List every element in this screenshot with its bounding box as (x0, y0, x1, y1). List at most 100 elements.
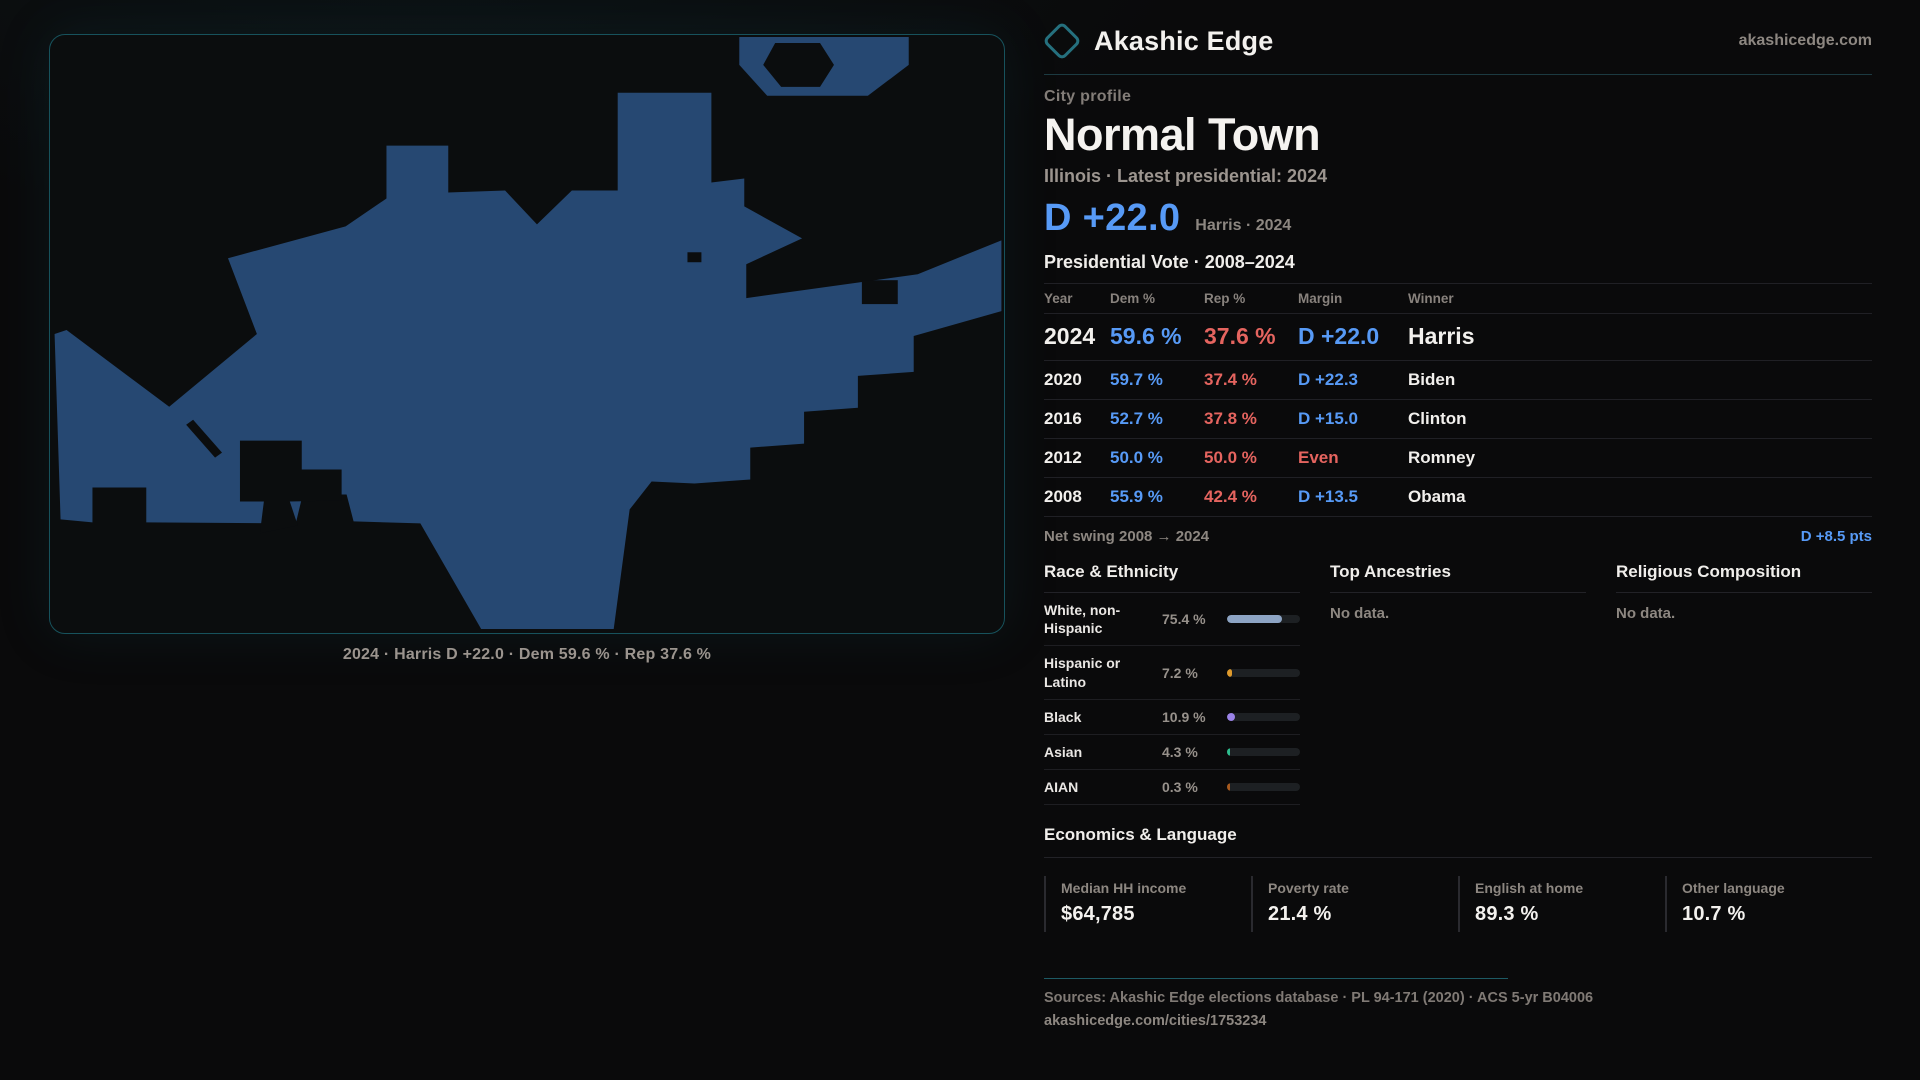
stat-label: Other language (1682, 880, 1872, 896)
list-item: AIAN 0.3 % (1044, 770, 1300, 805)
race-bar (1227, 783, 1300, 791)
stat-median-income: Median HH income $64,785 (1044, 876, 1251, 932)
race-value: 0.3 % (1162, 779, 1227, 795)
demographics-columns: Race & Ethnicity White, non-Hispanic 75.… (1044, 562, 1872, 805)
ancestries-section-title: Top Ancestries (1330, 562, 1586, 593)
ancestries-empty-state: No data. (1330, 593, 1586, 622)
col-rep: Rep % (1204, 291, 1298, 306)
vote-rep-pct: 50.0 % (1204, 448, 1298, 468)
vote-winner: Clinton (1408, 409, 1872, 429)
vote-table-title: Presidential Vote · 2008–2024 (1044, 252, 1872, 273)
race-label: AIAN (1044, 778, 1162, 796)
col-margin: Margin (1298, 291, 1408, 306)
headline-margin: D +22.0 (1044, 197, 1180, 240)
race-label: Black (1044, 708, 1162, 726)
economics-section-title: Economics & Language (1044, 825, 1872, 858)
vote-year: 2020 (1044, 370, 1110, 390)
header: Akashic Edge akashicedge.com (1044, 24, 1872, 75)
net-swing-label: Net swing 2008 → 2024 (1044, 528, 1209, 545)
race-bar (1227, 713, 1300, 721)
religion-empty-state: No data. (1616, 593, 1872, 622)
stat-english-at-home: English at home 89.3 % (1458, 876, 1665, 932)
table-row: 2016 52.7 % 37.8 % D +15.0 Clinton (1044, 399, 1872, 438)
subtitle: Illinois · Latest presidential: 2024 (1044, 166, 1872, 187)
vote-table-header: Year Dem % Rep % Margin Winner (1044, 283, 1872, 313)
race-value: 4.3 % (1162, 744, 1227, 760)
net-swing-row: Net swing 2008 → 2024 D +8.5 pts (1044, 516, 1872, 558)
sources-text: Sources: Akashic Edge elections database… (1044, 990, 1872, 1006)
religion-section-title: Religious Composition (1616, 562, 1872, 593)
race-section-title: Race & Ethnicity (1044, 562, 1300, 593)
vote-dem-pct: 55.9 % (1110, 487, 1204, 507)
footer-divider (1044, 978, 1508, 979)
list-item: Asian 4.3 % (1044, 735, 1300, 770)
table-row: 2012 50.0 % 50.0 % Even Romney (1044, 438, 1872, 477)
city-profile-panel: Akashic Edge akashicedge.com City profil… (1044, 24, 1872, 1030)
race-value: 75.4 % (1162, 611, 1227, 627)
table-row: 2024 59.6 % 37.6 % D +22.0 Harris (1044, 313, 1872, 360)
vote-table: Year Dem % Rep % Margin Winner 2024 59.6… (1044, 283, 1872, 516)
stat-value: 21.4 % (1268, 903, 1458, 926)
list-item: Black 10.9 % (1044, 700, 1300, 735)
vote-dem-pct: 52.7 % (1110, 409, 1204, 429)
net-swing-value: D +8.5 pts (1801, 528, 1872, 545)
vote-margin: D +22.0 (1298, 323, 1408, 350)
vote-rep-pct: 37.6 % (1204, 323, 1298, 350)
vote-rep-pct: 42.4 % (1204, 487, 1298, 507)
stat-label: English at home (1475, 880, 1665, 896)
vote-winner: Obama (1408, 487, 1872, 507)
diamond-logo-icon (1042, 21, 1082, 61)
col-dem: Dem % (1110, 291, 1204, 306)
map-caption: 2024 · Harris D +22.0 · Dem 59.6 % · Rep… (49, 646, 1005, 664)
race-value: 7.2 % (1162, 665, 1227, 681)
col-winner: Winner (1408, 291, 1872, 306)
stat-value: 10.7 % (1682, 903, 1872, 926)
race-ethnicity-section: Race & Ethnicity White, non-Hispanic 75.… (1044, 562, 1300, 805)
col-year: Year (1044, 291, 1110, 306)
race-value: 10.9 % (1162, 709, 1227, 725)
vote-margin: D +15.0 (1298, 409, 1408, 429)
vote-dem-pct: 59.7 % (1110, 370, 1204, 390)
list-item: White, non-Hispanic 75.4 % (1044, 593, 1300, 646)
footer: Sources: Akashic Edge elections database… (1044, 978, 1872, 1030)
headline-context: Harris · 2024 (1195, 217, 1291, 235)
table-row: 2020 59.7 % 37.4 % D +22.3 Biden (1044, 360, 1872, 399)
headline-margin-row: D +22.0 Harris · 2024 (1044, 197, 1872, 240)
stat-value: $64,785 (1061, 903, 1251, 926)
vote-winner: Harris (1408, 323, 1872, 350)
vote-margin: Even (1298, 448, 1408, 468)
vote-winner: Romney (1408, 448, 1872, 468)
ancestries-section: Top Ancestries No data. (1330, 562, 1586, 805)
stat-label: Poverty rate (1268, 880, 1458, 896)
race-bar (1227, 669, 1300, 677)
city-boundary-map (50, 35, 1004, 633)
vote-rep-pct: 37.4 % (1204, 370, 1298, 390)
vote-rep-pct: 37.8 % (1204, 409, 1298, 429)
race-bar (1227, 615, 1300, 623)
stat-poverty-rate: Poverty rate 21.4 % (1251, 876, 1458, 932)
brand-name: Akashic Edge (1094, 26, 1273, 57)
religion-section: Religious Composition No data. (1616, 562, 1872, 805)
vote-margin: D +13.5 (1298, 487, 1408, 507)
brand-domain-link[interactable]: akashicedge.com (1739, 32, 1872, 50)
vote-year: 2016 (1044, 409, 1110, 429)
permalink-link[interactable]: akashicedge.com/cities/1753234 (1044, 1013, 1266, 1029)
vote-dem-pct: 59.6 % (1110, 323, 1204, 350)
vote-year: 2008 (1044, 487, 1110, 507)
vote-winner: Biden (1408, 370, 1872, 390)
stat-label: Median HH income (1061, 880, 1251, 896)
page-title: Normal Town (1044, 108, 1872, 162)
vote-dem-pct: 50.0 % (1110, 448, 1204, 468)
stat-other-language: Other language 10.7 % (1665, 876, 1872, 932)
table-row: 2008 55.9 % 42.4 % D +13.5 Obama (1044, 477, 1872, 516)
stat-value: 89.3 % (1475, 903, 1665, 926)
vote-year: 2012 (1044, 448, 1110, 468)
race-label: Asian (1044, 743, 1162, 761)
map-panel (49, 34, 1005, 634)
kicker: City profile (1044, 88, 1872, 106)
vote-margin: D +22.3 (1298, 370, 1408, 390)
list-item: Hispanic or Latino 7.2 % (1044, 646, 1300, 699)
race-label: Hispanic or Latino (1044, 654, 1162, 690)
race-bar (1227, 748, 1300, 756)
vote-year: 2024 (1044, 323, 1110, 350)
